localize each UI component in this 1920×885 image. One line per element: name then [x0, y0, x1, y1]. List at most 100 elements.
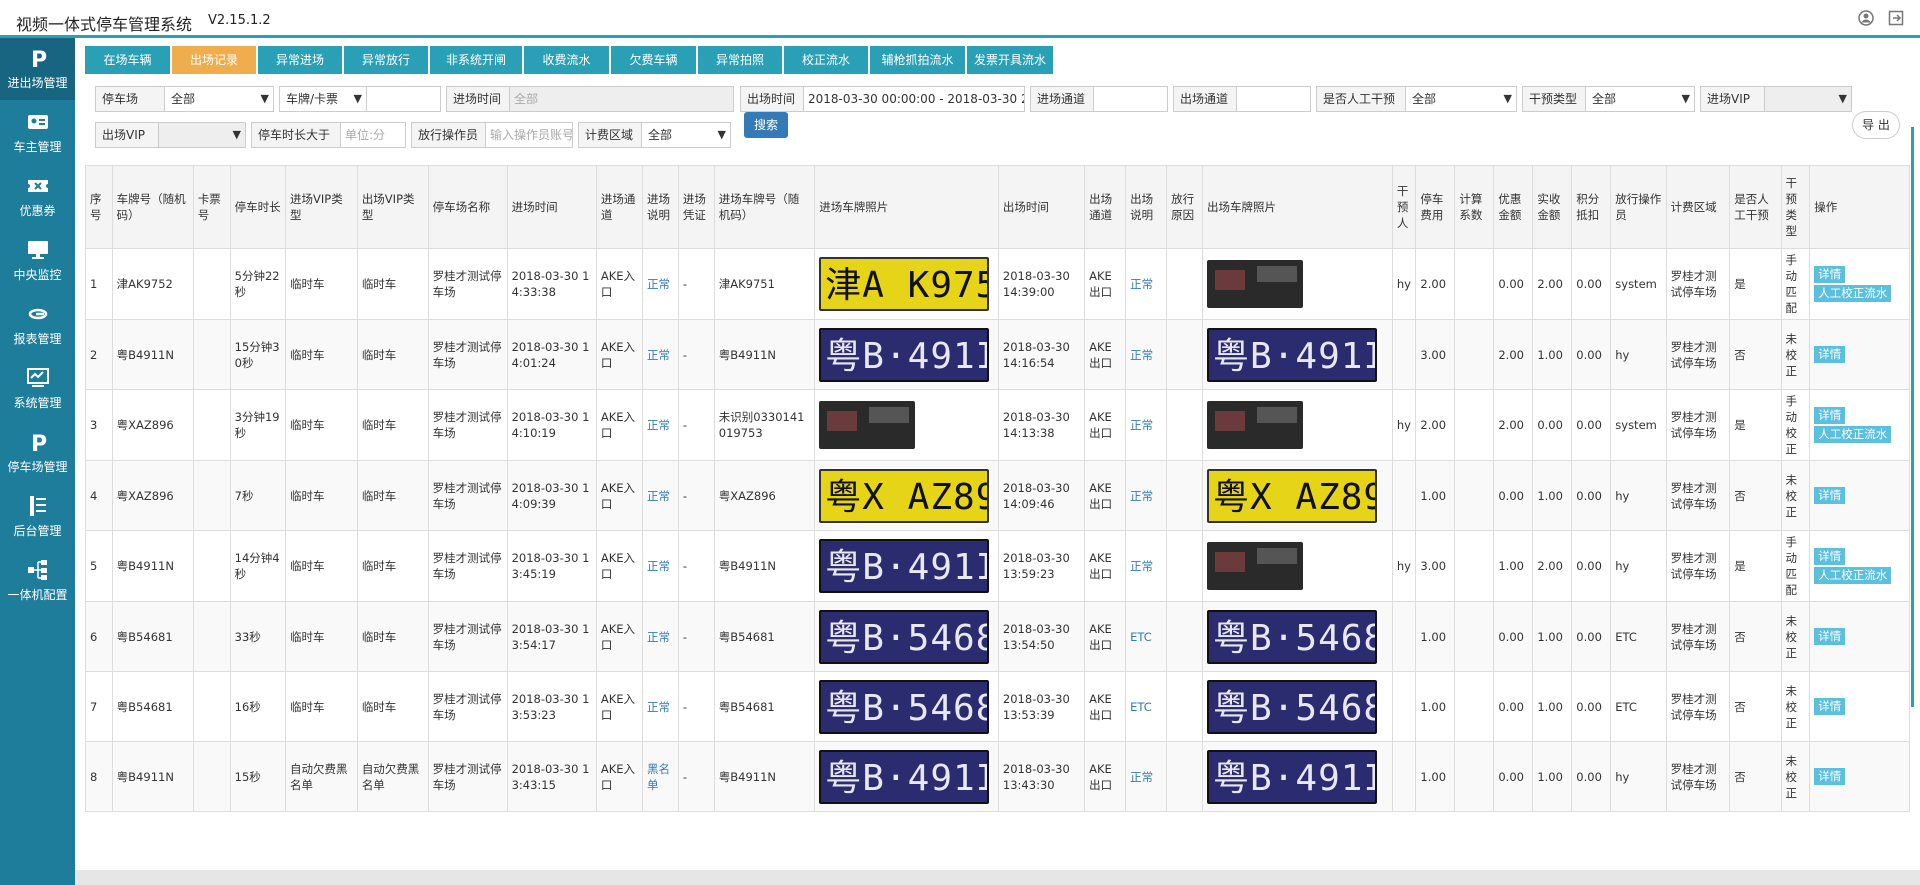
cell-out_vip: 临时车	[356, 248, 429, 320]
exit-plate-photo[interactable]	[1207, 542, 1304, 590]
sidebar-item-2[interactable]: 车主管理	[0, 102, 75, 164]
detail-button[interactable]: 详情	[1814, 266, 1846, 283]
manual-correct-button[interactable]: 人工校正流水	[1814, 567, 1892, 584]
cell-in_photo: 粤B·54681	[814, 671, 999, 742]
exit-plate-photo[interactable]: 粤X AZ896	[1207, 468, 1378, 523]
logout-icon[interactable]	[1888, 10, 1904, 26]
duration-input[interactable]: 单位:分	[340, 122, 406, 148]
detail-button[interactable]: 详情	[1814, 487, 1846, 504]
billing-area-select[interactable]: 全部	[641, 122, 731, 148]
entry-plate-photo[interactable]: 粤B·491IN	[819, 327, 990, 382]
exit-time-input[interactable]: 2018-03-30 00:00:00 - 2018-03-30 23:59	[803, 86, 1025, 112]
exit-desc-link[interactable]: ETC	[1130, 700, 1152, 714]
entry-desc-link[interactable]: 正常	[647, 559, 670, 573]
exit-plate-photo[interactable]: 粤B·491IN	[1207, 749, 1378, 804]
plate-type-select[interactable]: 车牌/卡票	[279, 86, 367, 112]
tab-4[interactable]: 异常放行	[344, 46, 428, 74]
exit-desc-link[interactable]: ETC	[1130, 630, 1152, 644]
sidebar-item-3[interactable]: 优惠券	[0, 166, 75, 228]
entry-desc-link[interactable]: 正常	[647, 348, 670, 362]
cell-fee: 1.00	[1415, 460, 1456, 531]
sidebar-item-5[interactable]: 报表管理	[0, 294, 75, 356]
intervene-type-select[interactable]: 全部	[1585, 86, 1695, 112]
detail-button[interactable]: 详情	[1814, 628, 1846, 645]
entry-desc-link[interactable]: 正常	[647, 418, 670, 432]
detail-button[interactable]: 详情	[1814, 548, 1846, 565]
table-row: 1 津AK9752 5分钟22秒 临时车 临时车 罗桂才测试停车场 2018-03-30 1…	[85, 248, 1910, 320]
sidebar-item-4[interactable]: 中央监控	[0, 230, 75, 292]
exit-plate-photo[interactable]: 粤B·54681	[1207, 679, 1378, 734]
cell-coef	[1454, 389, 1495, 461]
cell-out_time: 2018-03-30 14:13:38	[997, 389, 1086, 461]
parking-filter-select[interactable]: 全部	[164, 86, 274, 112]
cell-itype: 未校正	[1780, 319, 1811, 390]
manual-correct-button[interactable]: 人工校正流水	[1814, 285, 1892, 302]
entry-time-input[interactable]: 全部	[509, 86, 734, 112]
tab-5[interactable]: 非系统开闸	[430, 46, 522, 74]
sidebar-item-9[interactable]: 一体机配置	[0, 550, 75, 612]
entry-desc-link[interactable]: 正常	[647, 489, 670, 503]
manual-correct-button[interactable]: 人工校正流水	[1814, 426, 1892, 443]
tab-11[interactable]: 发票开具流水	[967, 46, 1053, 74]
cell-in_lane: AKE入口	[595, 248, 643, 320]
operator-input[interactable]: 输入操作员账号	[485, 122, 573, 148]
cell-in_desc: 黑名单	[641, 741, 679, 812]
entry-desc-link[interactable]: 正常	[647, 630, 670, 644]
entry-plate-photo[interactable]: 津A K9751	[819, 257, 990, 311]
entry-desc-link[interactable]: 黑名单	[647, 762, 670, 792]
cell-discount: 0.00	[1493, 460, 1534, 531]
tab-10[interactable]: 辅枪抓拍流水	[870, 46, 965, 74]
entry-vip-select[interactable]	[1764, 86, 1852, 112]
entry-plate-photo[interactable]: 粤X AZ896	[819, 468, 990, 523]
table-row: 3 粤XAZ896 3分钟19秒 临时车 临时车 罗桂才测试停车场 2018-03-30 1…	[85, 389, 1910, 461]
cell-out_photo: 粤X AZ896	[1202, 460, 1393, 531]
entry-desc-link[interactable]: 正常	[647, 277, 670, 291]
exit-desc-link[interactable]: 正常	[1130, 770, 1153, 784]
cell-plate: 粤B4911N	[111, 530, 194, 602]
entry-desc-link[interactable]: 正常	[647, 700, 670, 714]
entry-plate-photo[interactable]: 粤B·491IN	[819, 539, 990, 593]
cell-manual: 否	[1729, 741, 1782, 812]
tab-3[interactable]: 异常进场	[258, 46, 342, 74]
sidebar-item-8[interactable]: 后台管理	[0, 486, 75, 548]
exit-desc-link[interactable]: 正常	[1130, 418, 1153, 432]
sidebar-item-6[interactable]: 系统管理	[0, 358, 75, 420]
exit-plate-photo[interactable]: 粤B·491IN	[1207, 327, 1378, 382]
exit-plate-photo[interactable]: 粤B·54681	[1207, 609, 1378, 664]
tab-8[interactable]: 异常拍照	[698, 46, 782, 74]
vertical-scrollbar[interactable]	[1911, 127, 1914, 707]
exit-desc-link[interactable]: 正常	[1130, 348, 1153, 362]
exit-desc-link[interactable]: 正常	[1130, 277, 1153, 291]
user-icon[interactable]	[1858, 10, 1874, 26]
tab-6[interactable]: 收费流水	[524, 46, 609, 74]
exit-lane-input[interactable]	[1236, 86, 1311, 112]
exit-plate-photo[interactable]	[1207, 401, 1304, 449]
tab-2[interactable]: 出场记录	[172, 46, 256, 74]
sidebar-item-1[interactable]: P 进出场管理	[0, 38, 75, 100]
exit-desc-link[interactable]: 正常	[1130, 489, 1153, 503]
exit-vip-select[interactable]	[158, 122, 246, 148]
sidebar-item-7[interactable]: P 停车场管理	[0, 422, 75, 484]
entry-lane-input[interactable]	[1093, 86, 1168, 112]
tab-1[interactable]: 在场车辆	[85, 46, 170, 74]
detail-button[interactable]: 详情	[1814, 768, 1846, 785]
tab-7[interactable]: 欠费车辆	[611, 46, 696, 74]
detail-button[interactable]: 详情	[1814, 407, 1846, 424]
horizontal-scrollbar[interactable]	[75, 870, 1920, 885]
entry-plate-photo[interactable]	[819, 401, 916, 449]
exit-desc-link[interactable]: 正常	[1130, 559, 1153, 573]
cell-fee: 3.00	[1415, 530, 1456, 602]
entry-plate-photo[interactable]: 粤B·491IN	[819, 749, 990, 804]
plate-input[interactable]	[366, 86, 441, 112]
cell-out_photo: 粤B·54681	[1202, 601, 1393, 672]
tab-9[interactable]: 校正流水	[784, 46, 868, 74]
entry-plate-photo[interactable]: 粤B·54681	[819, 679, 990, 734]
manual-intervene-select[interactable]: 全部	[1405, 86, 1517, 112]
detail-button[interactable]: 详情	[1814, 346, 1846, 363]
export-button[interactable]: 导 出	[1852, 111, 1900, 139]
entry-plate-photo[interactable]: 粤B·54681	[819, 609, 990, 664]
detail-button[interactable]: 详情	[1814, 698, 1846, 715]
exit-plate-photo[interactable]	[1207, 260, 1304, 308]
search-button[interactable]: 搜索	[744, 112, 788, 138]
cell-ops: 详情	[1809, 319, 1910, 390]
